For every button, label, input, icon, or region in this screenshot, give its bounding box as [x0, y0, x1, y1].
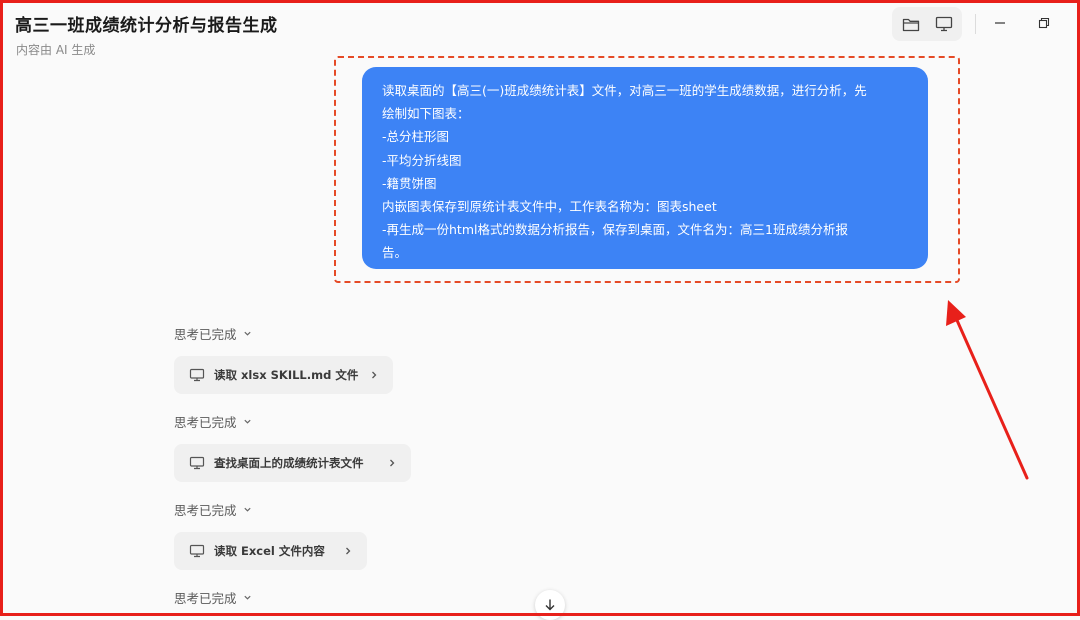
- monitor-icon: [189, 544, 205, 558]
- tool-call-find-file[interactable]: 查找桌面上的成绩统计表文件: [174, 444, 411, 482]
- tool-call-read-excel[interactable]: 读取 Excel 文件内容: [174, 532, 367, 570]
- monitor-icon[interactable]: [933, 14, 955, 34]
- thinking-status-label: 思考已完成: [174, 415, 237, 430]
- thinking-status-toggle[interactable]: 思考已完成: [174, 412, 252, 431]
- restore-icon[interactable]: [1033, 12, 1055, 34]
- prompt-line: 读取桌面的【高三(一)班成绩统计表】文件，对高三一班的学生成绩数据，进行分析，先: [382, 83, 867, 98]
- monitor-icon: [189, 456, 205, 470]
- chevron-down-icon: [243, 507, 251, 512]
- toolbar-icon-group: [892, 7, 962, 41]
- chevron-down-icon: [243, 595, 251, 600]
- user-prompt-bubble: 读取桌面的【高三(一)班成绩统计表】文件，对高三一班的学生成绩数据，进行分析，先…: [362, 67, 928, 269]
- prompt-line: -总分柱形图: [382, 129, 450, 145]
- thinking-status-toggle[interactable]: 思考已完成: [174, 324, 252, 343]
- chevron-right-icon: [369, 370, 379, 380]
- prompt-line: -再生成一份html格式的数据分析报告，保存到桌面，文件名为：高三1班成绩分析报: [382, 222, 848, 238]
- thinking-status-label: 思考已完成: [174, 327, 237, 342]
- arrow-down-icon: [545, 599, 555, 611]
- thinking-status-toggle[interactable]: 思考已完成: [174, 588, 252, 607]
- prompt-line: -平均分折线图: [382, 152, 462, 168]
- minimize-icon[interactable]: [989, 12, 1011, 34]
- monitor-icon: [189, 368, 205, 382]
- thinking-status-label: 思考已完成: [174, 591, 237, 606]
- toolbar-separator: [975, 14, 976, 34]
- thinking-status-toggle[interactable]: 思考已完成: [174, 500, 252, 519]
- prompt-line: 内嵌图表保存到原统计表文件中，工作表名称为：图表sheet: [382, 199, 717, 215]
- tool-call-label: 读取 Excel 文件内容: [214, 544, 325, 558]
- chevron-down-icon: [243, 331, 251, 336]
- tool-call-label: 查找桌面上的成绩统计表文件: [214, 456, 364, 470]
- tool-call-read-skill[interactable]: 读取 xlsx SKILL.md 文件: [174, 356, 393, 394]
- chevron-right-icon: [387, 458, 397, 468]
- prompt-line: 绘制如下图表：: [382, 106, 470, 122]
- prompt-line: -籍贯饼图: [382, 175, 437, 191]
- thinking-status-label: 思考已完成: [174, 503, 237, 518]
- folder-icon[interactable]: [900, 14, 922, 34]
- chevron-down-icon: [243, 419, 251, 424]
- ai-generated-note: 内容由 AI 生成: [16, 43, 96, 57]
- prompt-line: 告。: [382, 245, 408, 261]
- chevron-right-icon: [343, 546, 353, 556]
- tool-call-label: 读取 xlsx SKILL.md 文件: [214, 368, 359, 382]
- page-title: 高三一班成绩统计分析与报告生成: [15, 16, 278, 36]
